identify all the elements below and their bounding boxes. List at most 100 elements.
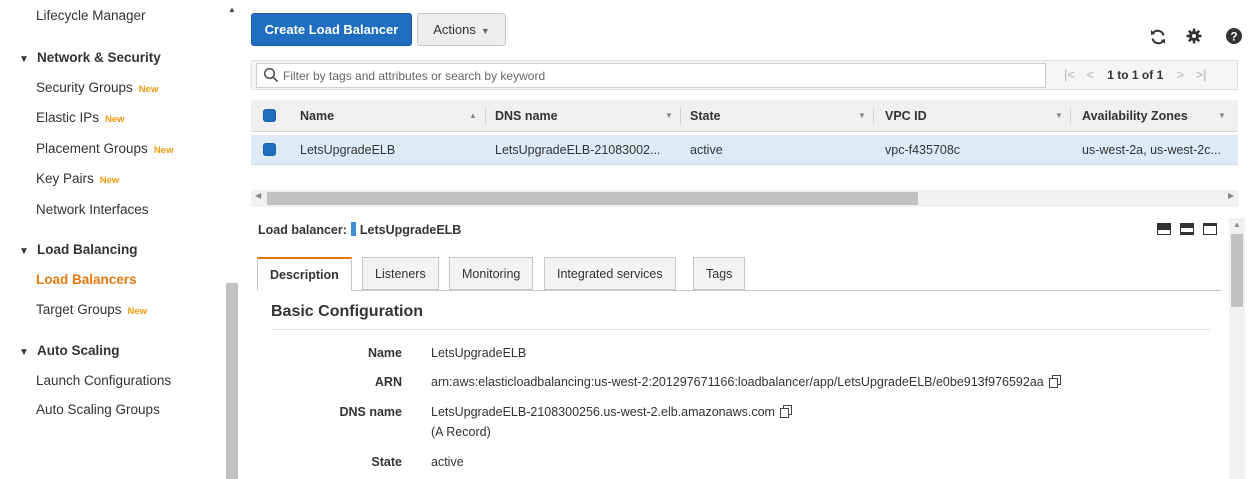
sidebar-heading-label: Load Balancing xyxy=(37,242,138,257)
panel-bottom-layout-icon[interactable] xyxy=(1157,223,1171,235)
new-badge: New xyxy=(138,84,159,95)
copy-icon[interactable] xyxy=(1048,375,1062,388)
sidebar-item-placement-groups[interactable]: Placement Groups New xyxy=(36,141,173,156)
gear-icon[interactable] xyxy=(1186,28,1202,44)
pagination-text: 1 to 1 of 1 xyxy=(1107,68,1164,82)
row-checkbox[interactable] xyxy=(263,143,276,156)
copy-icon[interactable] xyxy=(779,405,793,418)
sidebar-item-elastic-ips[interactable]: Elastic IPs New xyxy=(36,110,125,125)
tab-tags[interactable]: Tags xyxy=(693,257,746,290)
collapse-triangle-icon: ▼ xyxy=(19,246,29,257)
sidebar-heading-network-security[interactable]: ▼ Network & Security xyxy=(19,50,161,65)
table-horizontal-scrollbar[interactable]: ◀ ▶ xyxy=(251,190,1238,207)
cell-dns-name: LetsUpgradeELB-21083002... xyxy=(495,143,661,157)
sidebar-heading-load-balancing[interactable]: ▼ Load Balancing xyxy=(19,242,138,257)
field-value-name: LetsUpgradeELB xyxy=(431,346,527,360)
sidebar-item-lifecycle-manager[interactable]: Lifecycle Manager xyxy=(36,8,146,23)
cell-state: active xyxy=(690,143,723,157)
field-label-name: Name xyxy=(367,346,402,360)
svg-text:?: ? xyxy=(1230,31,1237,43)
sidebar-item-target-groups[interactable]: Target Groups New xyxy=(36,302,147,317)
column-divider[interactable] xyxy=(680,108,681,124)
table-row[interactable]: LetsUpgradeELB LetsUpgradeELB-21083002..… xyxy=(251,135,1238,165)
column-header-name[interactable]: Name xyxy=(300,100,334,132)
column-header-availability-zones[interactable]: Availability Zones xyxy=(1082,100,1188,132)
sort-ascending-icon[interactable]: ▲ xyxy=(469,100,477,132)
sort-toggle-icon[interactable]: ▼ xyxy=(858,100,866,132)
create-load-balancer-button[interactable]: Create Load Balancer xyxy=(251,13,412,46)
column-header-state[interactable]: State xyxy=(690,100,721,132)
details-scrollbar[interactable]: ▲ xyxy=(1229,218,1245,479)
create-load-balancer-label: Create Load Balancer xyxy=(264,22,399,37)
details-title-name: LetsUpgradeELB xyxy=(359,223,462,237)
scroll-up-arrow-icon[interactable]: ▲ xyxy=(228,5,236,14)
sidebar-item-security-groups[interactable]: Security Groups New xyxy=(36,80,158,95)
sort-toggle-icon[interactable]: ▼ xyxy=(1218,100,1226,132)
column-header-vpc-id[interactable]: VPC ID xyxy=(885,100,927,132)
field-value-dns-name: LetsUpgradeELB-2108300256.us-west-2.elb.… xyxy=(431,405,793,419)
scroll-up-arrow-icon[interactable]: ▲ xyxy=(1233,220,1241,229)
actions-dropdown-button[interactable]: Actions ▼ xyxy=(417,13,506,46)
sidebar-item-label: Security Groups xyxy=(36,80,133,95)
arn-text: arn:aws:elasticloadbalancing:us-west-2:2… xyxy=(431,375,1044,389)
previous-page-icon[interactable]: < xyxy=(1086,67,1094,82)
field-value-arn: arn:aws:elasticloadbalancing:us-west-2:2… xyxy=(431,375,1062,389)
search-input[interactable] xyxy=(283,64,1033,87)
pagination: |< < 1 to 1 of 1 > >| xyxy=(1060,61,1211,89)
new-badge: New xyxy=(127,306,148,317)
tab-listeners[interactable]: Listeners xyxy=(362,257,439,290)
sidebar-item-load-balancers[interactable]: Load Balancers xyxy=(36,272,137,287)
tab-integrated-services[interactable]: Integrated services xyxy=(544,257,676,290)
column-header-dns-name[interactable]: DNS name xyxy=(495,100,558,132)
column-divider[interactable] xyxy=(873,108,874,124)
sidebar-item-label: Network Interfaces xyxy=(36,202,149,217)
details-title: Load balancer: LetsUpgradeELB xyxy=(258,222,461,237)
sidebar-item-label: Key Pairs xyxy=(36,171,94,186)
actions-label: Actions xyxy=(433,22,476,37)
section-title: Basic Configuration xyxy=(271,303,424,320)
column-divider[interactable] xyxy=(485,108,486,124)
sidebar-item-network-interfaces[interactable]: Network Interfaces xyxy=(36,202,149,217)
scroll-right-arrow-icon[interactable]: ▶ xyxy=(1228,191,1234,200)
load-balancer-color-swatch xyxy=(350,222,356,236)
collapse-triangle-icon: ▼ xyxy=(19,54,29,65)
sort-toggle-icon[interactable]: ▼ xyxy=(665,100,673,132)
scroll-left-arrow-icon[interactable]: ◀ xyxy=(255,191,261,200)
select-all-checkbox[interactable] xyxy=(263,109,276,122)
cell-availability-zones: us-west-2a, us-west-2c... xyxy=(1082,143,1221,157)
tab-description[interactable]: Description xyxy=(257,257,352,291)
sidebar-item-label: Load Balancers xyxy=(36,272,137,287)
panel-top-layout-icon[interactable] xyxy=(1203,223,1217,235)
field-label-arn: ARN xyxy=(374,375,402,389)
new-badge: New xyxy=(105,114,125,125)
next-page-icon[interactable]: > xyxy=(1177,67,1185,82)
sort-toggle-icon[interactable]: ▼ xyxy=(1055,100,1063,132)
cell-name: LetsUpgradeELB xyxy=(300,143,396,157)
field-label-dns-name: DNS name xyxy=(339,405,402,419)
sidebar-item-label: Lifecycle Manager xyxy=(36,8,146,23)
table-header: Name ▲ DNS name ▼ State ▼ VPC ID ▼ Avail… xyxy=(251,100,1238,132)
sidebar-heading-label: Network & Security xyxy=(37,50,161,65)
sidebar-item-label: Target Groups xyxy=(36,302,122,317)
field-value-state: active xyxy=(431,455,464,469)
details-scroll-thumb[interactable] xyxy=(1231,234,1243,307)
help-icon[interactable]: ? xyxy=(1226,28,1242,44)
dns-record-type: (A Record) xyxy=(431,425,491,439)
details-title-label: Load balancer: xyxy=(258,223,347,237)
sidebar-item-key-pairs[interactable]: Key Pairs New xyxy=(36,171,119,186)
refresh-icon[interactable] xyxy=(1148,27,1168,47)
column-divider[interactable] xyxy=(1070,108,1071,124)
search-icon xyxy=(263,67,279,83)
search-box xyxy=(256,63,1046,88)
sidebar-item-label: Placement Groups xyxy=(36,141,148,156)
first-page-icon[interactable]: |< xyxy=(1064,67,1075,82)
section-divider xyxy=(271,329,1210,330)
chevron-down-icon: ▼ xyxy=(480,26,490,36)
dns-name-text: LetsUpgradeELB-2108300256.us-west-2.elb.… xyxy=(431,405,775,419)
tab-monitoring[interactable]: Monitoring xyxy=(449,257,534,290)
table-scroll-thumb[interactable] xyxy=(267,192,918,205)
cell-vpc-id: vpc-f435708c xyxy=(885,143,961,157)
last-page-icon[interactable]: >| xyxy=(1196,67,1207,82)
details-header: Load balancer: LetsUpgradeELB xyxy=(251,211,1221,247)
panel-split-layout-icon[interactable] xyxy=(1180,223,1194,235)
